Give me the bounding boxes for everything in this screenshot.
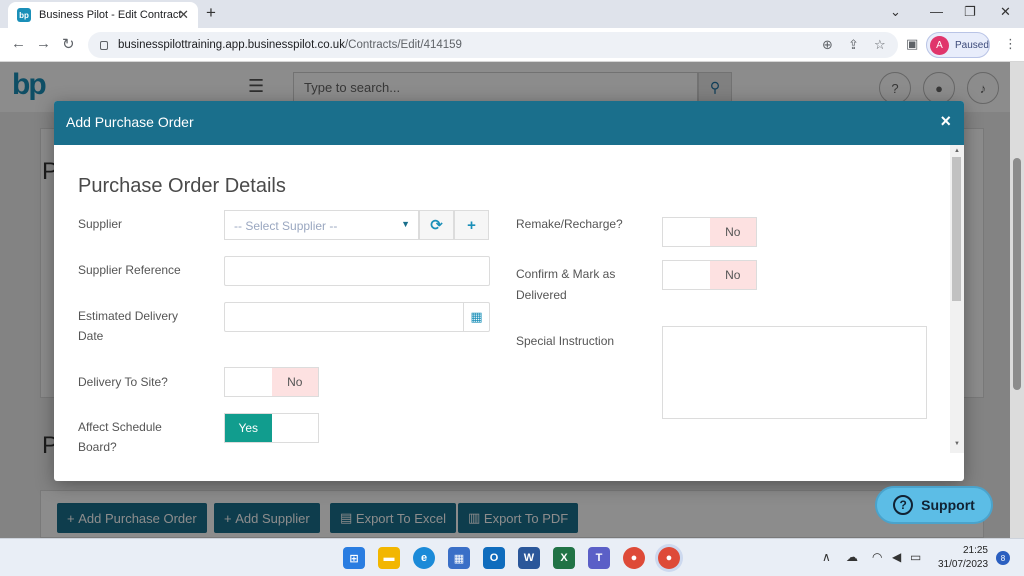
store-icon[interactable]: ▦ [448,547,470,569]
special-instruction-textarea[interactable] [662,326,927,419]
side-panel-icon[interactable]: ▣ [906,36,918,52]
page-scrollbar-thumb[interactable] [1013,158,1021,390]
outlook-icon[interactable]: O [483,547,505,569]
cloud-icon[interactable]: ☁ [846,550,858,564]
confirm-delivered-label-line1: Confirm & Mark as [516,267,616,281]
calendar-icon[interactable]: ▦ [463,303,489,331]
affect-schedule-label-line1: Affect Schedule [78,420,162,434]
volume-icon[interactable]: ◀ [892,550,901,564]
edge-icon[interactable]: e [413,547,435,569]
modal-scrollbar-thumb[interactable] [952,157,961,301]
avatar: A [930,35,949,55]
clock-time: 21:25 [962,545,988,556]
chrome-profile-icon[interactable]: ● [658,547,680,569]
modal-header: Add Purchase Order × [54,101,964,145]
supplier-label: Supplier [78,217,123,231]
toggle-off-side [663,261,710,289]
close-icon[interactable]: × [940,111,951,132]
estimated-delivery-label-line1: Estimated Delivery [78,309,179,323]
teams-icon[interactable]: T [588,547,610,569]
bookmark-star-icon[interactable]: ☆ [874,37,886,53]
favicon-icon: bp [17,8,31,22]
browser-tab-strip: bp Business Pilot - Edit Contract ✕ + ⌄ … [0,0,1024,28]
add-supplier-quick-button[interactable]: + [454,210,489,240]
caret-down-icon: ▼ [401,219,410,229]
clock[interactable]: 21:25 31/07/2023 [938,544,988,572]
chrome-icon[interactable]: ● [623,547,645,569]
windows-start-icon[interactable]: ⊞ [343,547,365,569]
close-tab-icon[interactable]: ✕ [178,7,189,23]
tray-overflow-icon[interactable]: ∧ [822,550,831,564]
toggle-value: No [709,261,756,289]
toggle-off-side [272,414,319,442]
supplier-reference-label: Supplier Reference [78,263,181,277]
clock-date: 31/07/2023 [938,559,989,570]
affect-schedule-label-line2: Board? [78,440,117,454]
word-icon[interactable]: W [518,547,540,569]
confirm-delivered-label-line2: Delivered [516,288,567,302]
remake-recharge-label: Remake/Recharge? [516,217,623,231]
address-bar[interactable]: businesspilottraining.app.businesspilot.… [88,32,898,58]
add-purchase-order-modal: Add Purchase Order × Purchase Order Deta… [54,101,964,481]
refresh-icon: ⟳ [430,217,443,234]
delivery-to-site-toggle[interactable]: No [224,367,319,397]
zoom-icon[interactable]: ⊕ [822,37,833,53]
estimated-delivery-label-line2: Date [78,329,104,343]
restore-icon[interactable]: ❐ [964,4,976,20]
reload-icon[interactable]: ↻ [62,35,75,53]
toggle-off-side [663,218,710,246]
page-scrollbar[interactable] [1010,62,1024,538]
profile-button[interactable]: A Paused [926,32,990,58]
toggle-value: No [271,368,318,396]
file-explorer-icon[interactable]: ▬ [378,547,400,569]
plus-icon: + [467,216,476,234]
wifi-icon[interactable]: ◠ [872,550,882,564]
supplier-reference-input[interactable] [224,256,490,286]
modal-body: Purchase Order Details Supplier -- Selec… [54,145,950,481]
taskbar: ⊞ ▬ e ▦ O W X T ● ● ∧ ☁ ◠ ◀ ▭ 21:25 31/0… [0,538,1024,576]
modal-title: Add Purchase Order [66,114,194,130]
affect-schedule-board-toggle[interactable]: Yes [224,413,319,443]
browser-menu-icon[interactable]: ⋮ [1004,36,1017,52]
delivery-to-site-label: Delivery To Site? [78,375,168,389]
support-label: Support [921,497,975,513]
new-tab-button[interactable]: + [206,3,216,23]
battery-icon[interactable]: ▭ [910,550,921,564]
toggle-value: No [709,218,756,246]
tab-title: Business Pilot - Edit Contract [39,9,182,21]
toggle-value: Yes [225,414,272,442]
scroll-up-icon[interactable]: ▲ [954,148,960,154]
excel-icon[interactable]: X [553,547,575,569]
share-icon[interactable]: ⇪ [848,37,859,53]
back-icon[interactable]: ← [11,35,26,52]
confirm-mark-delivered-toggle[interactable]: No [662,260,757,290]
browser-tab-active[interactable]: bp Business Pilot - Edit Contract ✕ [8,2,198,28]
modal-scrollbar[interactable]: ▲ ▼ [950,145,964,453]
refresh-suppliers-button[interactable]: ⟳ [419,210,454,240]
supplier-placeholder: -- Select Supplier -- [234,219,338,233]
profile-status: Paused [955,39,989,51]
browser-toolbar: ← → ↻ businesspilottraining.app.business… [0,28,1024,62]
remake-recharge-toggle[interactable]: No [662,217,757,247]
support-button[interactable]: ? Support [875,486,993,524]
minimize-icon[interactable]: — [930,4,943,19]
question-icon: ? [893,495,914,515]
url-path: /Contracts/Edit/414159 [344,39,462,51]
close-window-icon[interactable]: ✕ [1000,4,1011,20]
estimated-delivery-date-input[interactable]: ▦ [224,302,490,332]
forward-icon[interactable]: → [36,35,51,52]
section-title: Purchase Order Details [78,175,286,197]
notification-badge[interactable]: 8 [996,551,1010,565]
url-host: businesspilottraining.app.businesspilot.… [118,39,345,51]
lock-icon [100,40,108,50]
chevron-down-icon[interactable]: ⌄ [890,4,901,20]
toggle-off-side [225,368,272,396]
scroll-down-icon[interactable]: ▼ [954,441,960,447]
supplier-select[interactable]: -- Select Supplier -- ▼ [224,210,419,240]
special-instruction-label: Special Instruction [516,334,615,348]
